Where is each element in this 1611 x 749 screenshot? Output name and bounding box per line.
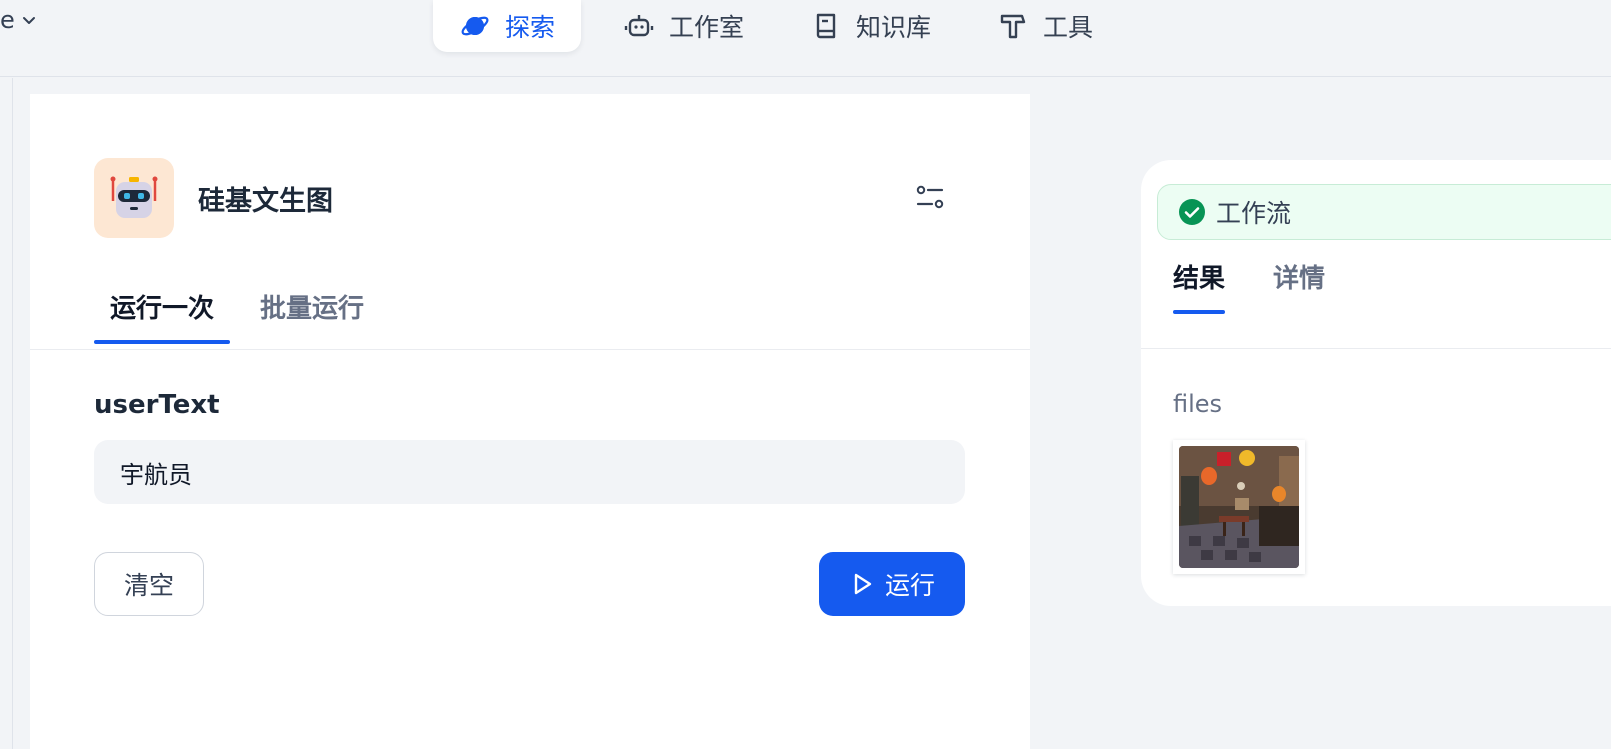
clear-button[interactable]: 清空 [94,552,204,616]
workspace-switcher[interactable]: e [0,4,37,36]
nav-item-label: 探索 [505,13,556,42]
robot-avatar-icon [110,176,158,218]
generated-image-thumbnail[interactable] [1173,440,1305,574]
tab-result[interactable]: 结果 [1173,252,1226,314]
workspace-name: e [0,6,15,34]
main-nav: 探索 工作室 知识库 工具 [433,0,1133,52]
app-title: 硅基文生图 [198,185,333,217]
run-panel: 硅基文生图 运行一次 批量运行 userText 宇航员 清空 运行 [30,94,1030,749]
tab-details[interactable]: 详情 [1273,252,1325,314]
user-text-value: 宇航员 [120,460,192,489]
robot-icon [624,15,654,37]
workflow-status-badge: 工作流 [1157,184,1611,240]
app-header: 硅基文生图 [94,158,333,238]
sidebar-divider [12,78,13,749]
result-tabs: 结果 详情 [1173,252,1325,314]
status-label: 工作流 [1216,199,1292,228]
files-label: files [1173,390,1223,418]
tab-run-once[interactable]: 运行一次 [94,282,231,344]
hammer-icon [1000,14,1026,39]
result-panel: 工作流 结果 详情 files [1141,160,1611,606]
divider [30,349,1030,350]
avatar [94,158,174,238]
divider [1141,348,1611,349]
planet-icon [461,16,489,36]
top-navigation: e 探索 工作室 知识库 工具 [0,0,1611,77]
run-button[interactable]: 运行 [819,552,965,616]
book-icon [816,13,836,39]
sliders-icon [916,185,944,209]
nav-item-knowledge[interactable]: 知识库 [784,0,955,52]
nav-item-label: 知识库 [856,13,932,42]
settings-button[interactable] [914,182,946,214]
chevron-down-icon [22,17,35,24]
user-text-input[interactable]: 宇航员 [94,440,965,504]
nav-item-studio[interactable]: 工作室 [597,0,768,52]
play-icon [854,573,872,595]
nav-item-explore[interactable]: 探索 [433,0,582,52]
run-button-label: 运行 [884,571,935,600]
run-mode-tabs: 运行一次 批量运行 [94,282,394,344]
clear-button-label: 清空 [123,571,174,600]
tab-batch-run[interactable]: 批量运行 [244,282,380,344]
nav-item-label: 工作室 [669,13,745,42]
nav-item-tools[interactable]: 工具 [971,0,1117,52]
user-text-label: userText [94,390,220,420]
nav-item-label: 工具 [1043,13,1094,42]
check-circle-icon [1179,199,1205,225]
generated-image [1179,446,1299,568]
